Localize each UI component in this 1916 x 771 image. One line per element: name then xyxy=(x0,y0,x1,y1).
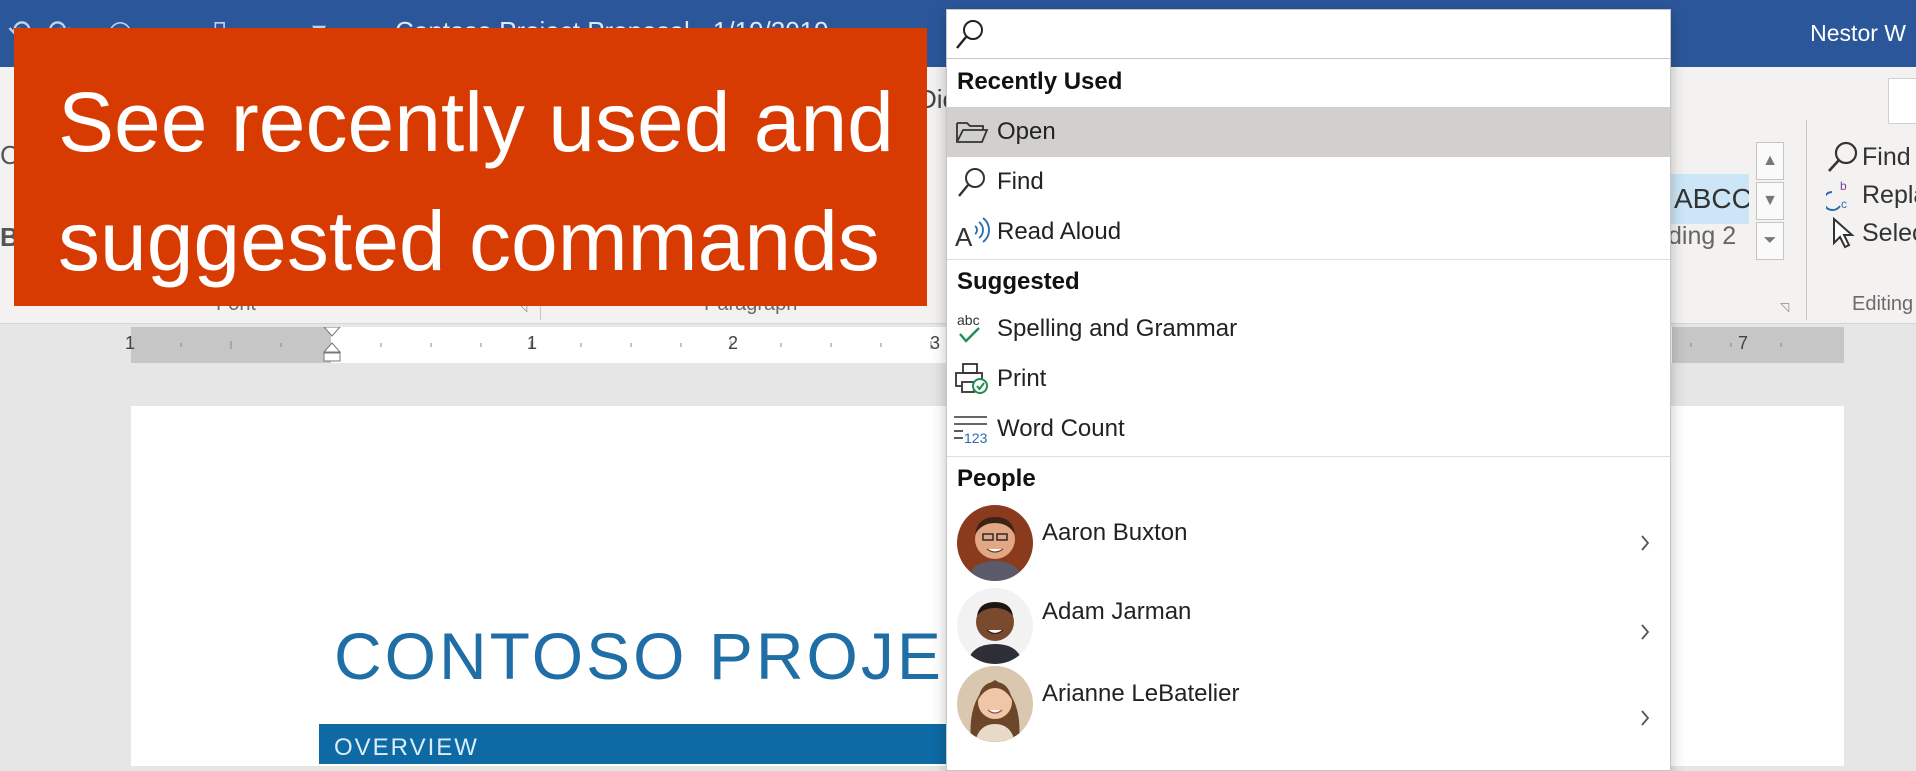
indent-marker-icon[interactable] xyxy=(323,327,341,363)
svg-text:123: 123 xyxy=(964,430,988,445)
search-bar[interactable] xyxy=(947,10,1670,59)
person-name: Adam Jarman xyxy=(1042,598,1192,625)
ruler-number: 1 xyxy=(527,333,538,353)
command-label: Word Count xyxy=(997,415,1125,442)
person-item[interactable]: Adam Jarman xyxy=(947,586,1670,666)
person-name: Arianne LeBatelier xyxy=(1042,680,1240,707)
person-item[interactable]: Arianne LeBatelier xyxy=(947,666,1670,746)
command-label: Print xyxy=(997,365,1047,392)
editing-group: Find bc Repla Selec xyxy=(1824,138,1916,252)
command-read-aloud[interactable]: A Read Aloud xyxy=(947,207,1670,257)
folder-open-icon xyxy=(947,119,997,145)
replace-button[interactable]: bc Repla xyxy=(1824,176,1916,214)
styles-scroll-up-icon[interactable]: ▲ xyxy=(1756,142,1784,180)
find-label: Find xyxy=(1862,142,1911,171)
styles-more-icon[interactable]: ⏷ xyxy=(1756,222,1784,260)
ruler-number: 1 xyxy=(125,333,136,353)
svg-text:b: b xyxy=(1840,179,1847,193)
command-open[interactable]: Open xyxy=(947,107,1670,157)
select-button[interactable]: Selec xyxy=(1824,214,1916,252)
svg-text:A: A xyxy=(955,222,973,248)
find-icon xyxy=(947,166,997,198)
replace-icon: bc xyxy=(1824,178,1862,212)
section-divider xyxy=(947,456,1670,457)
command-label: Find xyxy=(997,168,1044,195)
word-count-icon: 123 xyxy=(947,413,997,445)
ruler-number: 2 xyxy=(728,333,739,353)
share-button[interactable] xyxy=(1888,78,1916,124)
command-word-count[interactable]: 123 Word Count xyxy=(947,404,1670,454)
search-input[interactable] xyxy=(995,16,1659,52)
people-header: People xyxy=(957,465,1036,492)
suggested-header: Suggested xyxy=(957,268,1080,295)
spelling-check-icon: abc xyxy=(947,312,997,346)
command-print[interactable]: Print xyxy=(947,354,1670,404)
search-dropdown: Recently Used Open Find A Read Aloud Sug… xyxy=(946,9,1671,771)
ruler-number: 3 xyxy=(930,333,941,353)
avatar xyxy=(957,666,1033,742)
svg-text:c: c xyxy=(1841,197,1847,211)
callout-text: See recently used and suggested commands xyxy=(58,75,894,288)
find-button[interactable]: Find xyxy=(1824,138,1916,176)
command-label: Spelling and Grammar xyxy=(997,315,1238,342)
print-icon xyxy=(947,362,997,396)
styles-scroll-down-icon[interactable]: ▼ xyxy=(1756,182,1784,220)
callout-banner: See recently used and suggested commands xyxy=(14,28,927,306)
find-icon xyxy=(1824,140,1862,174)
cursor-arrow-icon xyxy=(1824,216,1862,250)
command-label: Open xyxy=(997,118,1056,145)
read-aloud-icon: A xyxy=(947,216,997,248)
person-item[interactable]: Aaron Buxton xyxy=(947,503,1670,583)
chevron-right-icon[interactable] xyxy=(1639,622,1651,647)
styles-launcher-icon[interactable]: ◹ xyxy=(1780,300,1789,314)
recently-used-header: Recently Used xyxy=(957,68,1123,95)
style-sample[interactable]: ABCCI xyxy=(1668,174,1749,224)
chevron-right-icon[interactable] xyxy=(1639,708,1651,733)
group-separator xyxy=(1806,120,1807,320)
user-name[interactable]: Nestor W xyxy=(1810,20,1906,47)
person-name: Aaron Buxton xyxy=(1042,519,1188,546)
command-label: Read Aloud xyxy=(997,218,1122,245)
ruler-number: 7 xyxy=(1738,333,1749,353)
command-find[interactable]: Find xyxy=(947,157,1670,207)
command-spelling-grammar[interactable]: abc Spelling and Grammar xyxy=(947,304,1670,354)
section-divider xyxy=(947,259,1670,260)
editing-group-label: Editing xyxy=(1852,293,1914,315)
avatar xyxy=(957,588,1033,664)
styles-gallery[interactable]: ABCCI ding 2 xyxy=(1668,140,1756,268)
svg-text:abc: abc xyxy=(957,312,980,328)
document-heading[interactable]: CONTOSO PROJEC xyxy=(334,618,995,694)
search-icon xyxy=(955,18,985,55)
replace-label: Repla xyxy=(1862,180,1916,209)
chevron-right-icon[interactable] xyxy=(1639,533,1651,558)
avatar xyxy=(957,505,1033,581)
select-label: Selec xyxy=(1862,218,1916,247)
style-name: ding 2 xyxy=(1668,222,1737,250)
